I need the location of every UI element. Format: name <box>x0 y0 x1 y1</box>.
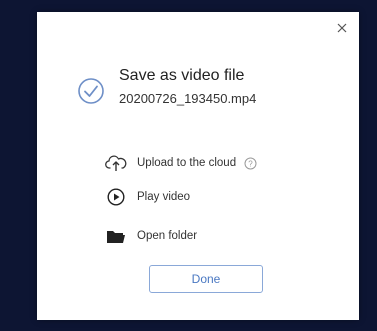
dialog-title: Save as video file <box>119 67 245 84</box>
upload-label: Upload to the cloud <box>137 157 237 169</box>
open-folder-action[interactable]: Open folder <box>105 225 197 247</box>
check-circle-icon <box>77 77 105 105</box>
folder-icon <box>105 225 127 247</box>
open-folder-label: Open folder <box>137 230 198 242</box>
help-icon[interactable]: ? <box>244 157 257 170</box>
play-video-label: Play video <box>137 191 191 203</box>
file-name: 20200726_193450.mp4 <box>119 91 257 106</box>
save-video-dialog: Save as video file 20200726_193450.mp4 U… <box>37 12 359 320</box>
close-button[interactable] <box>335 21 349 35</box>
play-circle-icon <box>105 186 127 208</box>
svg-text:?: ? <box>248 159 253 168</box>
dialog-header: Save as video file 20200726_193450.mp4 <box>77 67 347 121</box>
done-button[interactable]: Done <box>149 265 263 293</box>
play-video-action[interactable]: Play video <box>105 186 190 208</box>
close-icon <box>335 21 349 35</box>
upload-to-cloud-action[interactable]: Upload to the cloud ? <box>105 152 257 174</box>
cloud-upload-icon <box>105 152 127 174</box>
